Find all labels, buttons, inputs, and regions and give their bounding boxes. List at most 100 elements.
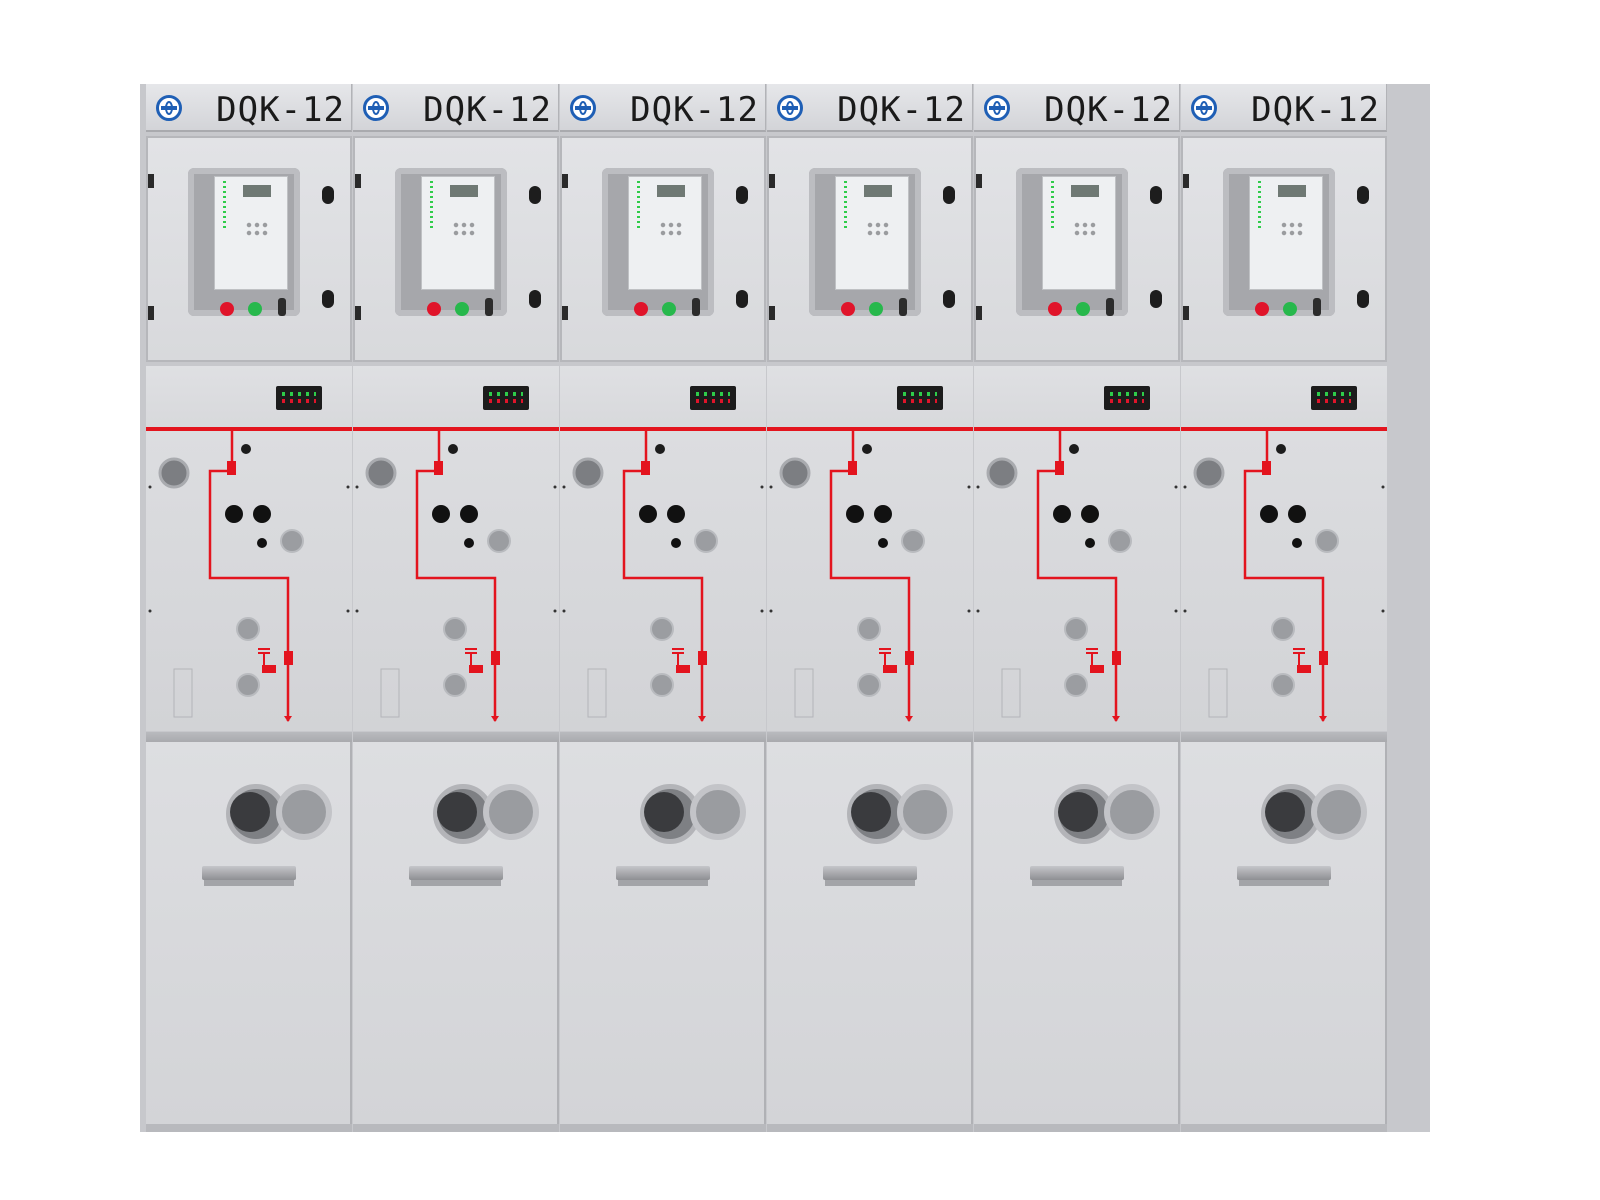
relay-led-column — [844, 181, 847, 229]
compartment-separator — [353, 732, 559, 742]
local-remote-key-switch[interactable] — [485, 298, 493, 316]
relay-compartment-door[interactable] — [560, 136, 766, 362]
open-button-green[interactable] — [1076, 302, 1090, 316]
door-hinge-icon — [562, 306, 568, 320]
protection-relay[interactable] — [1249, 176, 1323, 290]
busbar-line — [560, 427, 766, 431]
cable-compartment-door[interactable] — [146, 742, 352, 1124]
cable-compartment-door[interactable] — [560, 742, 766, 1124]
door-handle[interactable] — [409, 866, 503, 880]
relay-lcd-display — [243, 185, 271, 197]
relay-compartment-door[interactable] — [146, 136, 352, 362]
busbar-line — [353, 427, 559, 431]
door-lock-icon[interactable] — [736, 186, 748, 204]
open-button-green[interactable] — [1283, 302, 1297, 316]
cable-compartment-door[interactable] — [767, 742, 973, 1124]
door-hinge-icon — [769, 306, 775, 320]
protection-relay[interactable] — [1042, 176, 1116, 290]
protection-relay[interactable] — [835, 176, 909, 290]
cable-compartment-door[interactable] — [353, 742, 559, 1124]
close-button-red[interactable] — [1255, 302, 1269, 316]
open-button-green[interactable] — [455, 302, 469, 316]
cabinet-model-label: DQK-12 — [1044, 90, 1173, 130]
live-line-indicator — [483, 386, 529, 410]
cable-compartment-door[interactable] — [974, 742, 1180, 1124]
cable-compartment-door[interactable] — [1181, 742, 1387, 1124]
door-handle[interactable] — [202, 866, 296, 880]
door-handle[interactable] — [1237, 866, 1331, 880]
door-lock-icon[interactable] — [322, 186, 334, 204]
manufacturer-logo-icon — [984, 95, 1010, 121]
protection-relay[interactable] — [628, 176, 702, 290]
close-button-red[interactable] — [220, 302, 234, 316]
cabinet-nameplate: DQK-12 — [353, 84, 559, 132]
close-button-red[interactable] — [427, 302, 441, 316]
relay-keypad[interactable] — [245, 221, 269, 237]
local-remote-key-switch[interactable] — [1106, 298, 1114, 316]
busbar-line — [146, 427, 352, 431]
relay-keypad[interactable] — [1073, 221, 1097, 237]
door-hinge-icon — [976, 306, 982, 320]
cabinet-nameplate: DQK-12 — [974, 84, 1180, 132]
close-button-red[interactable] — [841, 302, 855, 316]
indicator-panel — [1181, 366, 1387, 432]
local-remote-key-switch[interactable] — [692, 298, 700, 316]
door-handle[interactable] — [823, 866, 917, 880]
door-hinge-icon — [562, 174, 568, 188]
single-line-mimic-diagram — [1183, 431, 1385, 722]
relay-compartment-door[interactable] — [974, 136, 1180, 362]
door-lock-icon[interactable] — [1357, 290, 1369, 308]
close-button-red[interactable] — [634, 302, 648, 316]
indicator-panel — [767, 366, 973, 432]
relay-compartment-door[interactable] — [353, 136, 559, 362]
local-remote-key-switch[interactable] — [1313, 298, 1321, 316]
door-handle[interactable] — [1030, 866, 1124, 880]
door-lock-icon[interactable] — [322, 290, 334, 308]
mechanism-panel — [767, 431, 973, 731]
cabinet-nameplate: DQK-12 — [1181, 84, 1387, 132]
compartment-separator — [1181, 732, 1387, 742]
mechanism-panel — [1181, 431, 1387, 731]
cable-entry-hole — [437, 792, 477, 832]
door-lock-icon[interactable] — [529, 290, 541, 308]
door-lock-icon[interactable] — [943, 186, 955, 204]
busbar-line — [767, 427, 973, 431]
single-line-mimic-diagram — [769, 431, 971, 722]
relay-keypad[interactable] — [1280, 221, 1304, 237]
cabinet-model-label: DQK-12 — [630, 90, 759, 130]
door-lock-icon[interactable] — [1150, 186, 1162, 204]
cabinet-nameplate: DQK-12 — [560, 84, 766, 132]
close-button-red[interactable] — [1048, 302, 1062, 316]
local-remote-key-switch[interactable] — [899, 298, 907, 316]
door-lock-icon[interactable] — [1357, 186, 1369, 204]
door-lock-icon[interactable] — [529, 186, 541, 204]
door-handle[interactable] — [616, 866, 710, 880]
door-lock-icon[interactable] — [1150, 290, 1162, 308]
protection-relay[interactable] — [214, 176, 288, 290]
relay-keypad[interactable] — [452, 221, 476, 237]
cable-entry-seal — [1104, 784, 1160, 840]
door-lock-icon[interactable] — [736, 290, 748, 308]
relay-compartment-door[interactable] — [1181, 136, 1387, 362]
relay-keypad[interactable] — [866, 221, 890, 237]
cable-entry-seal — [483, 784, 539, 840]
switchgear-cabinet: DQK-12 — [554, 84, 766, 1132]
open-button-green[interactable] — [248, 302, 262, 316]
open-button-green[interactable] — [662, 302, 676, 316]
single-line-mimic-diagram — [562, 431, 764, 722]
live-line-indicator — [276, 386, 322, 410]
single-line-mimic-diagram — [148, 431, 350, 722]
cable-entry-hole — [851, 792, 891, 832]
relay-led-column — [430, 181, 433, 229]
door-lock-icon[interactable] — [943, 290, 955, 308]
door-hinge-icon — [1183, 306, 1189, 320]
protection-relay[interactable] — [421, 176, 495, 290]
relay-keypad[interactable] — [659, 221, 683, 237]
indicator-panel — [146, 366, 352, 432]
local-remote-key-switch[interactable] — [278, 298, 286, 316]
relay-compartment-door[interactable] — [767, 136, 973, 362]
open-button-green[interactable] — [869, 302, 883, 316]
cabinet-base — [146, 1124, 352, 1132]
door-hinge-icon — [148, 174, 154, 188]
manufacturer-logo-icon — [1191, 95, 1217, 121]
